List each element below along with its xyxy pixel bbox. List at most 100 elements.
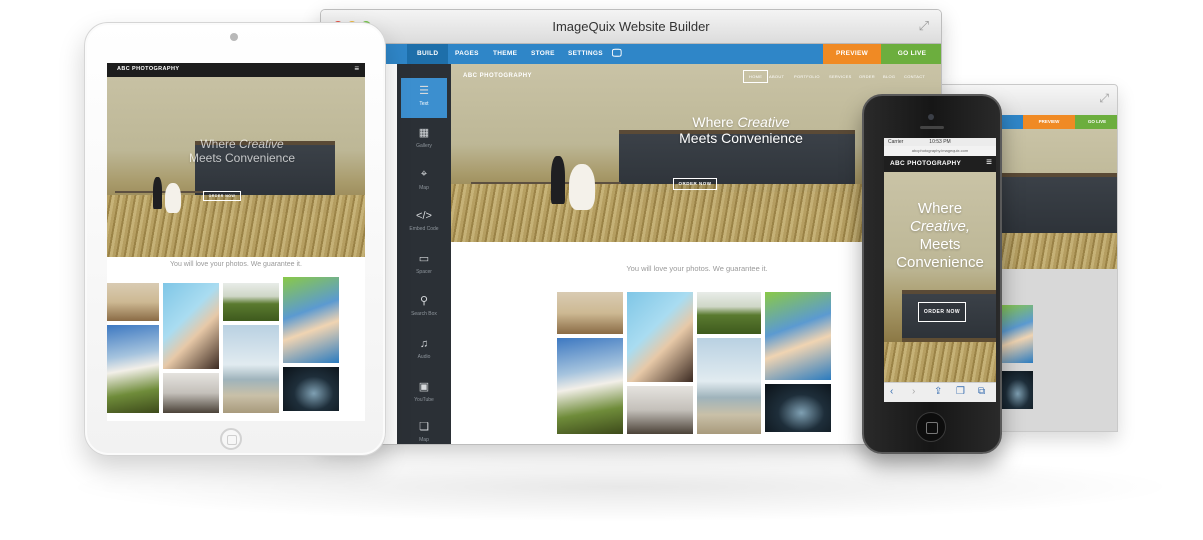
- tablet-order-now-button[interactable]: ORDER NOW: [203, 191, 241, 201]
- background-go-live-button[interactable]: GO LIVE: [1075, 115, 1117, 129]
- gallery-photo[interactable]: [163, 283, 219, 369]
- sidebar-item-gallery[interactable]: ▦ Gallery: [401, 120, 447, 160]
- builder-window: ImageQuix Website Builder ⤢ BUILD PAGES …: [320, 9, 942, 445]
- site-nav-about[interactable]: ABOUT: [769, 74, 784, 79]
- bookmarks-icon[interactable]: ❐: [956, 386, 965, 397]
- gallery-photo[interactable]: [697, 292, 761, 334]
- bride-figure: [569, 164, 595, 210]
- phone-address-bar[interactable]: abcphotography.imagequix.com: [884, 146, 996, 156]
- sidebar-item-map[interactable]: ⌖ Map: [401, 162, 447, 202]
- sidebar-item-search-box[interactable]: ⚲ Search Box: [401, 288, 447, 328]
- site-nav-home[interactable]: HOME: [743, 70, 769, 83]
- gallery-photo[interactable]: [223, 325, 279, 413]
- share-icon[interactable]: ⇪: [934, 386, 942, 397]
- background-photo-dark: [999, 371, 1033, 409]
- sidebar-item-embed-code[interactable]: </> Embed Code: [401, 204, 447, 244]
- map-icon: ❏: [419, 421, 429, 433]
- site-nav-order[interactable]: ORDER: [859, 74, 875, 79]
- hero-word-creative: Creative: [737, 114, 790, 130]
- preview-button[interactable]: PREVIEW: [823, 44, 881, 64]
- gallery-photo[interactable]: [627, 386, 693, 434]
- background-preview-button[interactable]: PREVIEW: [1023, 115, 1075, 129]
- tablet-tagline: You will love your photos. We guarantee …: [170, 261, 302, 268]
- tablet-hero-headline: Where Creative Meets Convenience: [147, 137, 337, 165]
- gallery-photo[interactable]: [107, 325, 159, 413]
- sidebar-item-label: Spacer: [416, 269, 432, 275]
- phone-screen[interactable]: Carrier 10:53 PM abcphotography.imagequi…: [884, 138, 996, 402]
- tab-theme[interactable]: THEME: [493, 44, 517, 64]
- hamburger-menu-icon[interactable]: ≡: [986, 157, 992, 168]
- tab-store[interactable]: STORE: [531, 44, 555, 64]
- couple-figures: [151, 177, 191, 217]
- phone-site-brand: ABC PHOTOGRAPHY: [890, 160, 962, 167]
- site-brand: ABC PHOTOGRAPHY: [463, 73, 533, 79]
- bride-figure: [165, 183, 181, 213]
- builder-sidebar: ☰ Text ▦ Gallery ⌖ Map </> Embed Code ▭ …: [397, 64, 451, 444]
- sidebar-item-youtube[interactable]: ▣ YouTube: [401, 374, 447, 414]
- go-live-button[interactable]: GO LIVE: [881, 44, 941, 64]
- phone-hero-image[interactable]: Where Creative, Meets Convenience ORDER …: [884, 172, 996, 382]
- hero-line-2: Meets Convenience: [679, 130, 803, 146]
- phone-hero-creative-text: Creative,: [909, 218, 971, 235]
- gallery-photo[interactable]: [557, 292, 623, 334]
- phone-clock: 10:53 PM: [929, 139, 951, 145]
- tablet-site-brand: ABC PHOTOGRAPHY: [117, 66, 180, 72]
- tab-pages[interactable]: PAGES: [455, 44, 479, 64]
- floor-reflection: [60, 452, 1180, 522]
- tablet-screen[interactable]: Where Creative Meets Convenience ORDER N…: [107, 63, 365, 421]
- site-nav-portfolio[interactable]: PORTFOLIO: [794, 74, 820, 79]
- gallery-photo[interactable]: [283, 277, 339, 363]
- sidebar-item-audio[interactable]: ♫ Audio: [401, 332, 447, 372]
- expand-icon[interactable]: ⤢: [919, 18, 929, 34]
- hero-headline: Where Creative Meets Convenience: [611, 114, 871, 146]
- gallery-photo[interactable]: [223, 283, 279, 321]
- phone-hero-where: Where: [917, 200, 963, 217]
- gallery-photo[interactable]: [163, 373, 219, 413]
- sidebar-item-label: Gallery: [416, 143, 432, 149]
- tablet-hero-line-2: Meets Convenience: [188, 151, 296, 165]
- device-preview-icon[interactable]: 🖵: [612, 44, 622, 64]
- site-nav: ABC PHOTOGRAPHY HOME ABOUT PORTFOLIO SER…: [451, 64, 941, 88]
- groom-figure: [551, 156, 565, 204]
- gallery-photo[interactable]: [765, 384, 831, 432]
- sidebar-item-label: Text: [419, 101, 429, 107]
- back-icon[interactable]: ‹: [890, 386, 893, 397]
- order-now-button[interactable]: ORDER NOW: [673, 178, 717, 190]
- sidebar-item-label: Map: [419, 185, 429, 191]
- hero-word-creative: Creative: [239, 137, 284, 151]
- tablet-home-button[interactable]: [220, 428, 242, 450]
- sidebar-item-spacer[interactable]: ▭ Spacer: [401, 246, 447, 286]
- phone-order-now-button[interactable]: ORDER NOW: [918, 302, 966, 322]
- tabs-icon[interactable]: ⧉: [978, 386, 985, 397]
- site-nav-blog[interactable]: BLOG: [883, 74, 895, 79]
- gallery-photo[interactable]: [283, 367, 339, 411]
- groom-figure: [153, 177, 162, 209]
- tab-settings[interactable]: SETTINGS: [568, 44, 603, 64]
- tablet-hero-image[interactable]: Where Creative Meets Convenience ORDER N…: [107, 63, 365, 257]
- gallery-photo[interactable]: [697, 338, 761, 434]
- sidebar-item-text[interactable]: ☰ Text: [401, 78, 447, 118]
- phone-hero-headline: Where Creative, Meets Convenience: [884, 200, 996, 272]
- phone-home-button[interactable]: [916, 412, 946, 442]
- tablet-site-header: ABC PHOTOGRAPHY ≡: [107, 63, 365, 77]
- gallery-photo[interactable]: [765, 292, 831, 380]
- gallery-photo[interactable]: [557, 338, 623, 434]
- music-note-icon: ♫: [419, 338, 429, 350]
- phone-camera: [928, 114, 934, 120]
- sidebar-item-label: Search Box: [411, 311, 437, 317]
- spacer-icon: ▭: [418, 253, 430, 265]
- window-title: ImageQuix Website Builder: [552, 19, 710, 34]
- phone-hero-creative: Creative,: [884, 218, 996, 236]
- expand-icon[interactable]: ⤢: [1099, 91, 1109, 106]
- gallery-photo[interactable]: [107, 283, 159, 321]
- site-nav-services[interactable]: SERVICES: [829, 74, 852, 79]
- tab-build[interactable]: BUILD: [407, 44, 449, 64]
- hamburger-menu-icon[interactable]: ≡: [354, 64, 359, 73]
- phone-site-header: ABC PHOTOGRAPHY ≡: [884, 156, 996, 172]
- phone-hero-meets: Meets: [919, 236, 961, 253]
- hero-word-where: Where: [200, 137, 236, 151]
- gallery-photo[interactable]: [627, 292, 693, 382]
- site-nav-contact[interactable]: CONTACT: [904, 74, 925, 79]
- forward-icon[interactable]: ›: [912, 386, 915, 397]
- sidebar-item-map-2[interactable]: ❏ Map: [401, 414, 447, 444]
